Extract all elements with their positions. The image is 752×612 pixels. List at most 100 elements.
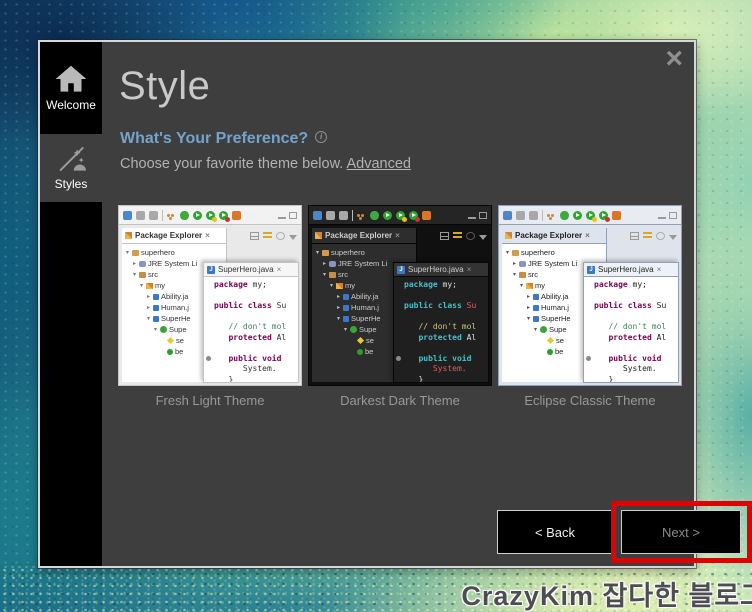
package-explorer-icon (125, 232, 132, 239)
jre-library-icon (329, 260, 336, 267)
run-icon (193, 210, 202, 220)
code-token: protected (594, 332, 652, 342)
coverage-icon (409, 210, 420, 222)
code-token: my; (247, 280, 267, 289)
window-buttons (468, 211, 487, 219)
code-line: public void (396, 354, 488, 365)
tree-expand-arrow: ▾ (139, 283, 143, 289)
theme-thumbnail-darkest-dark[interactable]: Package Explorer × ▾ superhero ▸ JRE System L… (308, 205, 492, 386)
code-token: Al (651, 332, 667, 342)
java-file-icon (533, 293, 539, 300)
tree-expand-arrow: ▾ (132, 272, 136, 278)
info-icon[interactable]: i (315, 130, 328, 143)
code-token: public class (404, 301, 467, 310)
java-file-icon (533, 304, 539, 311)
tree-expand-arrow: ▸ (146, 294, 150, 300)
tree-expand-arrow: ▾ (329, 283, 333, 289)
java-file-icon (153, 304, 159, 311)
editor-panel: J SuperHero.java × package my; public class … (393, 262, 489, 383)
tree-expand-arrow: ▾ (505, 250, 509, 256)
code-line: package my; (404, 280, 488, 291)
editor-tab-label: SuperHero.java (408, 265, 464, 274)
blog-watermark: CrazyKim 잡다한 블로그 (461, 581, 752, 611)
field-icon (356, 336, 365, 345)
coverage-icon (219, 210, 230, 222)
theme-label: Eclipse Classic Theme (524, 393, 656, 408)
code-line: public class Su (404, 301, 488, 312)
tree-item-label: src (338, 270, 348, 279)
theme-thumbnail-fresh-light[interactable]: Package Explorer × ▾ superhero ▸ JRE System L… (118, 205, 302, 386)
tree-item-label: superhero (521, 248, 555, 257)
code-token: Al (461, 332, 477, 342)
class-icon (350, 326, 357, 333)
code-token: public void (594, 353, 662, 363)
sidebar-item-welcome[interactable]: Welcome (40, 42, 102, 134)
tree-item-label: JRE System Li (528, 259, 578, 268)
save-icon (516, 210, 525, 220)
code-line: public class Su (214, 301, 298, 312)
code-line: // don't mol (404, 322, 488, 333)
debug-bug-icon (370, 210, 379, 220)
save-all-icon (529, 210, 538, 220)
advanced-link[interactable]: Advanced (347, 156, 412, 172)
tree-item-label: be (175, 347, 184, 356)
tree-expand-arrow: ▸ (336, 305, 340, 311)
code-line: protected Al (404, 333, 488, 344)
tree-item-label: Human.j (351, 303, 379, 312)
code-line: package my; (214, 280, 298, 291)
code-token: } (214, 374, 234, 383)
sidebar-item-styles[interactable]: Styles (40, 134, 102, 202)
code-line: protected Al (214, 333, 298, 344)
code-line: package my; (594, 280, 678, 291)
filters-icon (453, 232, 462, 240)
maximize-icon (669, 211, 677, 219)
src-folder-icon (519, 271, 526, 278)
tree-expand-arrow: ▾ (125, 250, 129, 256)
theme-thumbnail-eclipse-classic[interactable]: Package Explorer × ▾ superhero ▸ JRE System L… (498, 205, 682, 386)
code-token: public class (214, 301, 277, 310)
tree-item-label: Ability.ja (161, 292, 189, 301)
code-token: } (594, 374, 614, 383)
code-area: package my; public class Su // don't mol … (204, 277, 298, 383)
code-token: System. (594, 364, 657, 373)
coverage-icon (599, 210, 610, 222)
new-java-icon (612, 210, 621, 220)
minimize-icon (468, 216, 476, 219)
tree-item-label: Ability.ja (541, 292, 569, 301)
java-file-icon (153, 315, 159, 322)
tree-item-label: Supe (359, 325, 377, 334)
java-file-icon (533, 315, 539, 322)
package-explorer-label: Package Explorer (325, 231, 393, 240)
package-explorer-tab: Package Explorer × (122, 228, 226, 244)
code-line: } (214, 374, 298, 383)
minimize-icon (278, 216, 286, 219)
breakpoints-icon (547, 213, 556, 218)
tree-item-label: JRE System Li (148, 259, 198, 268)
back-button[interactable]: < Back (497, 510, 613, 554)
tree-item-label: SuperHe (161, 314, 191, 323)
breakpoints-icon (167, 213, 176, 218)
package-explorer-label: Package Explorer (135, 231, 203, 240)
tree-item-label: Ability.ja (351, 292, 379, 301)
new-wizard-icon (313, 210, 322, 220)
tree-item-label: SuperHe (351, 314, 381, 323)
java-file-icon: J (587, 265, 595, 274)
screenshot-stage: CrazyKim 잡다한 블로그 × Welcome Styles Style … (0, 0, 752, 612)
ide-toolbar (499, 206, 681, 225)
tree-item: ▾ superhero (502, 247, 606, 258)
code-token: // don't mol (594, 322, 667, 331)
code-token: my; (627, 280, 647, 289)
tree-expand-arrow: ▾ (533, 327, 537, 333)
choose-theme-text: Choose your favorite theme below. (120, 156, 344, 172)
package-explorer-tab: Package Explorer × (502, 228, 606, 244)
run-external-icon (206, 210, 217, 222)
tree-item-label: src (148, 270, 158, 279)
package-explorer-icon (315, 232, 322, 239)
next-button[interactable]: Next > (621, 510, 741, 554)
tree-expand-arrow: ▸ (132, 261, 136, 267)
maximize-icon (479, 211, 487, 219)
java-file-icon: J (207, 265, 215, 274)
styles-theme-icon (59, 146, 86, 171)
